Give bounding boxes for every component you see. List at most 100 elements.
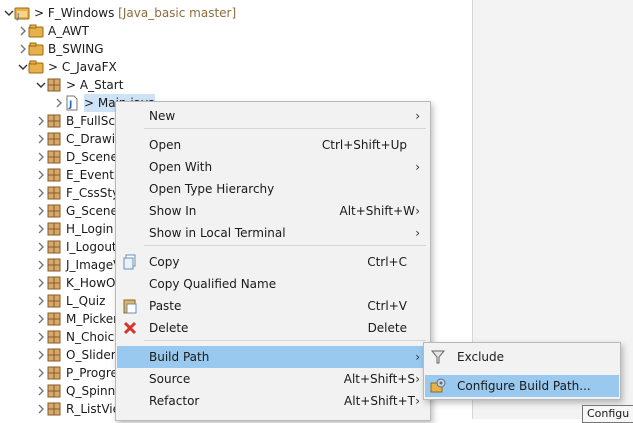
menu-item-label: Copy — [149, 255, 180, 269]
chevron-right-icon[interactable] — [36, 296, 46, 306]
menu-item-delete[interactable]: Delete Delete — [117, 317, 429, 339]
build-path-submenu: Exclude Configure Build Path... — [423, 342, 621, 400]
menu-item-build-path[interactable]: Build Path › — [117, 346, 429, 368]
java-project-icon: J — [14, 5, 30, 21]
chevron-right-icon[interactable] — [36, 206, 46, 216]
chevron-right-icon[interactable] — [36, 350, 46, 360]
menu-item-show-in-local-terminal[interactable]: Show in Local Terminal › — [117, 222, 429, 244]
chevron-right-icon[interactable] — [36, 314, 46, 324]
menu-item-label: Refactor — [149, 394, 200, 408]
paste-icon — [122, 298, 138, 314]
menu-item-show-in[interactable]: Show In Alt+Shift+W › — [117, 200, 429, 222]
menu-item-open-with[interactable]: Open With › — [117, 156, 429, 178]
package-icon — [46, 275, 62, 291]
context-menu: New › Open Ctrl+Shift+Up Open With › Open Type… — [115, 101, 431, 421]
menu-separator — [144, 245, 426, 246]
exclude-icon — [430, 349, 446, 365]
tree-item-label: M_Picker — [66, 312, 119, 326]
tree-item-label: > A_Start — [66, 78, 124, 92]
chevron-right-icon: › — [415, 160, 420, 174]
package-icon — [46, 257, 62, 273]
tree-row[interactable]: B_SWING — [0, 40, 472, 58]
menu-item-label: Open — [149, 138, 182, 152]
chevron-right-icon[interactable] — [36, 116, 46, 126]
chevron-right-icon[interactable] — [18, 26, 28, 36]
menu-item-source[interactable]: Source Alt+Shift+S › — [117, 368, 429, 390]
package-icon — [46, 311, 62, 327]
chevron-right-icon[interactable] — [36, 260, 46, 270]
chevron-right-icon[interactable] — [36, 404, 46, 414]
tree-row[interactable]: A_AWT — [0, 22, 472, 40]
menu-item-copy-qualified-name[interactable]: Copy Qualified Name — [117, 273, 429, 295]
chevron-right-icon: › — [415, 109, 420, 123]
chevron-right-icon[interactable] — [36, 152, 46, 162]
tree-item-label: Q_Spinn — [66, 384, 116, 398]
svg-text:J: J — [68, 100, 72, 110]
tooltip: Configu — [582, 405, 633, 423]
svg-text:J: J — [16, 12, 19, 21]
menu-item-label: Build Path — [149, 350, 210, 364]
menu-item-label: Open With — [149, 160, 213, 174]
menu-item-shortcut: Alt+Shift+S — [343, 372, 415, 386]
tree-item-label: P_Progre — [66, 366, 118, 380]
menu-item-label: Exclude — [457, 350, 505, 364]
menu-item-shortcut: Alt+Shift+W — [339, 204, 416, 218]
package-icon — [46, 365, 62, 381]
tree-item-label: E_Event — [66, 168, 114, 182]
chevron-right-icon: › — [415, 226, 420, 240]
tree-item-label: A_AWT — [48, 24, 89, 38]
chevron-right-icon[interactable] — [18, 44, 28, 54]
tree-row[interactable]: > C_JavaFX — [0, 58, 472, 76]
chevron-right-icon[interactable] — [36, 278, 46, 288]
package-icon — [46, 113, 62, 129]
menu-item-shortcut: Delete — [367, 321, 407, 335]
tree-item-label: H_Login — [66, 222, 114, 236]
package-icon — [46, 131, 62, 147]
tree-row[interactable]: > A_Start — [0, 76, 472, 94]
tree-item-label: N_Choic — [66, 330, 115, 344]
menu-item-configure-build-path[interactable]: Configure Build Path... — [425, 375, 619, 397]
tree-item-label: B_SWING — [48, 42, 104, 56]
package-icon — [46, 329, 62, 345]
java-project-icon — [28, 41, 44, 57]
menu-item-shortcut: Ctrl+Shift+Up — [321, 138, 407, 152]
tree-row-root[interactable]: J > F_Windows [Java_basic master] — [0, 4, 472, 22]
configure-build-path-icon — [430, 378, 446, 394]
package-icon — [46, 239, 62, 255]
menu-item-shortcut: Ctrl+C — [367, 255, 407, 269]
chevron-right-icon[interactable] — [36, 242, 46, 252]
chevron-right-icon[interactable] — [54, 98, 64, 108]
menu-separator — [144, 128, 426, 129]
package-icon — [46, 167, 62, 183]
menu-item-refactor[interactable]: Refactor Alt+Shift+T › — [117, 390, 429, 412]
chevron-down-icon[interactable] — [4, 8, 14, 18]
menu-separator — [144, 340, 426, 341]
menu-item-new[interactable]: New › — [117, 105, 429, 127]
package-icon — [46, 293, 62, 309]
chevron-right-icon[interactable] — [36, 386, 46, 396]
chevron-right-icon[interactable] — [36, 170, 46, 180]
chevron-down-icon[interactable] — [18, 62, 28, 72]
menu-item-paste[interactable]: Paste Ctrl+V — [117, 295, 429, 317]
menu-item-copy[interactable]: Copy Ctrl+C — [117, 251, 429, 273]
menu-item-open-type-hierarchy[interactable]: Open Type Hierarchy — [117, 178, 429, 200]
chevron-right-icon[interactable] — [36, 224, 46, 234]
chevron-right-icon[interactable] — [36, 368, 46, 378]
menu-item-exclude[interactable]: Exclude — [425, 346, 619, 368]
menu-item-open[interactable]: Open Ctrl+Shift+Up — [117, 134, 429, 156]
chevron-right-icon: › — [415, 350, 420, 364]
menu-item-label: Delete — [149, 321, 189, 335]
chevron-right-icon[interactable] — [36, 134, 46, 144]
chevron-right-icon: › — [415, 372, 420, 386]
chevron-right-icon[interactable] — [36, 188, 46, 198]
package-icon — [46, 221, 62, 237]
java-project-icon — [28, 59, 44, 75]
menu-item-label: Source — [149, 372, 191, 386]
tree-item-label: O_Slider — [66, 348, 116, 362]
tree-item-label: F_CssSty — [66, 186, 120, 200]
package-icon — [46, 347, 62, 363]
package-icon — [46, 401, 62, 417]
chevron-down-icon[interactable] — [36, 80, 46, 90]
tree-item-label: R_ListVie — [66, 402, 120, 416]
chevron-right-icon[interactable] — [36, 332, 46, 342]
